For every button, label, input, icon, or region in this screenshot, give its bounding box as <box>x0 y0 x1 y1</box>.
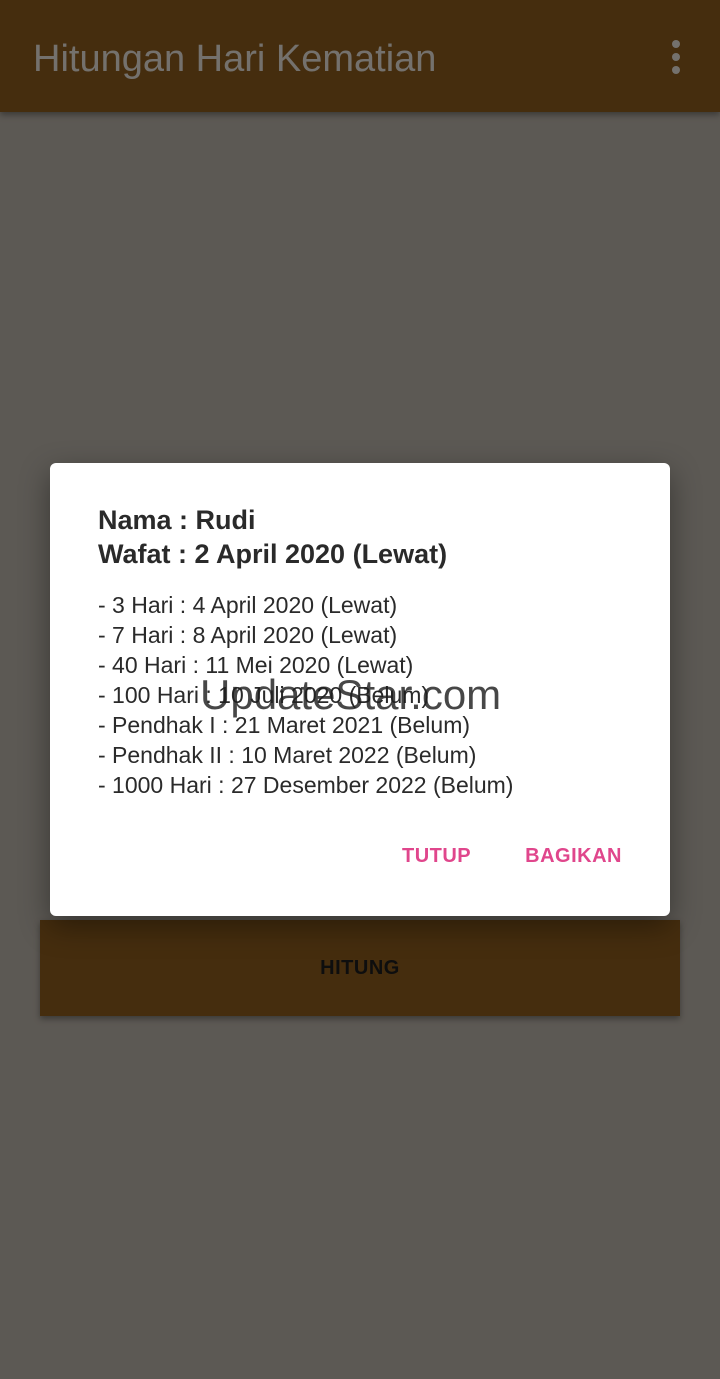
share-button[interactable]: BAGIKAN <box>525 845 622 868</box>
dialog-actions: TUTUP BAGIKAN <box>402 845 622 868</box>
result-dialog: Nama : Rudi Wafat : 2 April 2020 (Lewat)… <box>50 463 670 916</box>
list-item: - Pendhak I : 21 Maret 2021 (Belum) <box>98 712 471 738</box>
deceased-name: Nama : Rudi <box>98 505 256 535</box>
death-date: Wafat : 2 April 2020 (Lewat) <box>98 539 448 569</box>
list-item: - 40 Hari : 11 Mei 2020 (Lewat) <box>98 652 414 678</box>
dialog-heading: Nama : Rudi Wafat : 2 April 2020 (Lewat) <box>98 503 447 571</box>
list-item: - Pendhak II : 10 Maret 2022 (Belum) <box>98 742 477 768</box>
memorial-dates-list: - 3 Hari : 4 April 2020 (Lewat) - 7 Hari… <box>98 590 513 800</box>
list-item: - 3 Hari : 4 April 2020 (Lewat) <box>98 592 398 618</box>
list-item: - 100 Hari : 10 Juli 2020 (Belum) <box>98 682 430 708</box>
close-button[interactable]: TUTUP <box>402 845 471 868</box>
list-item: - 1000 Hari : 27 Desember 2022 (Belum) <box>98 772 514 798</box>
list-item: - 7 Hari : 8 April 2020 (Lewat) <box>98 622 398 648</box>
